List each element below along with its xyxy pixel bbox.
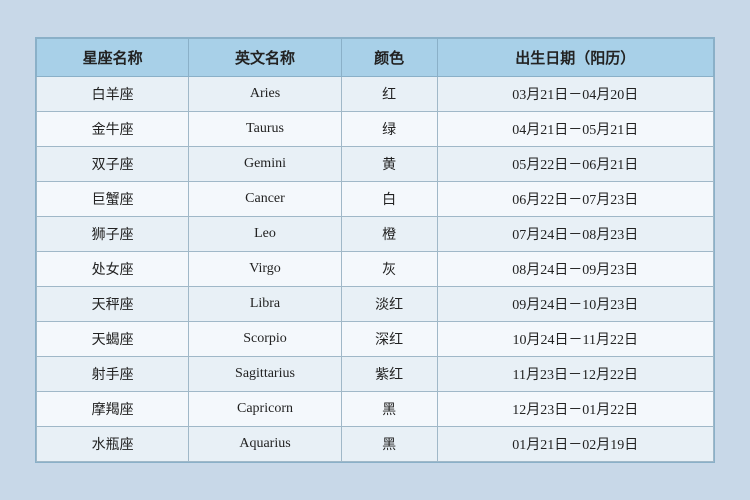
cell-english-name: Taurus bbox=[189, 112, 341, 147]
table-row: 白羊座Aries红03月21日－04月20日 bbox=[37, 77, 714, 112]
cell-color: 黑 bbox=[341, 427, 437, 462]
cell-english-name: Leo bbox=[189, 217, 341, 252]
table-row: 射手座Sagittarius紫红11月23日－12月22日 bbox=[37, 357, 714, 392]
cell-chinese-name: 摩羯座 bbox=[37, 392, 189, 427]
cell-dates: 06月22日－07月23日 bbox=[437, 182, 713, 217]
table-row: 处女座Virgo灰08月24日－09月23日 bbox=[37, 252, 714, 287]
table-row: 双子座Gemini黄05月22日－06月21日 bbox=[37, 147, 714, 182]
cell-color: 红 bbox=[341, 77, 437, 112]
table-row: 天蝎座Scorpio深红10月24日－11月22日 bbox=[37, 322, 714, 357]
header-chinese-name: 星座名称 bbox=[37, 39, 189, 77]
cell-english-name: Gemini bbox=[189, 147, 341, 182]
cell-dates: 12月23日－01月22日 bbox=[437, 392, 713, 427]
table-row: 摩羯座Capricorn黑12月23日－01月22日 bbox=[37, 392, 714, 427]
cell-color: 灰 bbox=[341, 252, 437, 287]
cell-dates: 09月24日－10月23日 bbox=[437, 287, 713, 322]
zodiac-table: 星座名称 英文名称 颜色 出生日期（阳历） 白羊座Aries红03月21日－04… bbox=[36, 38, 714, 462]
cell-english-name: Virgo bbox=[189, 252, 341, 287]
cell-color: 紫红 bbox=[341, 357, 437, 392]
cell-dates: 07月24日－08月23日 bbox=[437, 217, 713, 252]
cell-chinese-name: 天秤座 bbox=[37, 287, 189, 322]
cell-dates: 03月21日－04月20日 bbox=[437, 77, 713, 112]
cell-chinese-name: 巨蟹座 bbox=[37, 182, 189, 217]
table-row: 天秤座Libra淡红09月24日－10月23日 bbox=[37, 287, 714, 322]
cell-chinese-name: 处女座 bbox=[37, 252, 189, 287]
cell-color: 黑 bbox=[341, 392, 437, 427]
cell-dates: 05月22日－06月21日 bbox=[437, 147, 713, 182]
table-row: 狮子座Leo橙07月24日－08月23日 bbox=[37, 217, 714, 252]
cell-dates: 11月23日－12月22日 bbox=[437, 357, 713, 392]
cell-english-name: Sagittarius bbox=[189, 357, 341, 392]
cell-dates: 10月24日－11月22日 bbox=[437, 322, 713, 357]
cell-color: 橙 bbox=[341, 217, 437, 252]
cell-chinese-name: 金牛座 bbox=[37, 112, 189, 147]
table-row: 巨蟹座Cancer白06月22日－07月23日 bbox=[37, 182, 714, 217]
cell-color: 深红 bbox=[341, 322, 437, 357]
cell-english-name: Aquarius bbox=[189, 427, 341, 462]
header-english-name: 英文名称 bbox=[189, 39, 341, 77]
table-body: 白羊座Aries红03月21日－04月20日金牛座Taurus绿04月21日－0… bbox=[37, 77, 714, 462]
cell-color: 白 bbox=[341, 182, 437, 217]
cell-english-name: Capricorn bbox=[189, 392, 341, 427]
table-row: 水瓶座Aquarius黑01月21日－02月19日 bbox=[37, 427, 714, 462]
cell-color: 绿 bbox=[341, 112, 437, 147]
cell-color: 黄 bbox=[341, 147, 437, 182]
cell-chinese-name: 天蝎座 bbox=[37, 322, 189, 357]
zodiac-table-container: 星座名称 英文名称 颜色 出生日期（阳历） 白羊座Aries红03月21日－04… bbox=[35, 37, 715, 463]
cell-english-name: Cancer bbox=[189, 182, 341, 217]
cell-english-name: Libra bbox=[189, 287, 341, 322]
cell-english-name: Scorpio bbox=[189, 322, 341, 357]
cell-dates: 08月24日－09月23日 bbox=[437, 252, 713, 287]
cell-chinese-name: 双子座 bbox=[37, 147, 189, 182]
table-row: 金牛座Taurus绿04月21日－05月21日 bbox=[37, 112, 714, 147]
cell-chinese-name: 狮子座 bbox=[37, 217, 189, 252]
cell-dates: 01月21日－02月19日 bbox=[437, 427, 713, 462]
cell-english-name: Aries bbox=[189, 77, 341, 112]
cell-chinese-name: 水瓶座 bbox=[37, 427, 189, 462]
cell-chinese-name: 白羊座 bbox=[37, 77, 189, 112]
header-dates: 出生日期（阳历） bbox=[437, 39, 713, 77]
cell-dates: 04月21日－05月21日 bbox=[437, 112, 713, 147]
cell-chinese-name: 射手座 bbox=[37, 357, 189, 392]
table-header-row: 星座名称 英文名称 颜色 出生日期（阳历） bbox=[37, 39, 714, 77]
cell-color: 淡红 bbox=[341, 287, 437, 322]
header-color: 颜色 bbox=[341, 39, 437, 77]
